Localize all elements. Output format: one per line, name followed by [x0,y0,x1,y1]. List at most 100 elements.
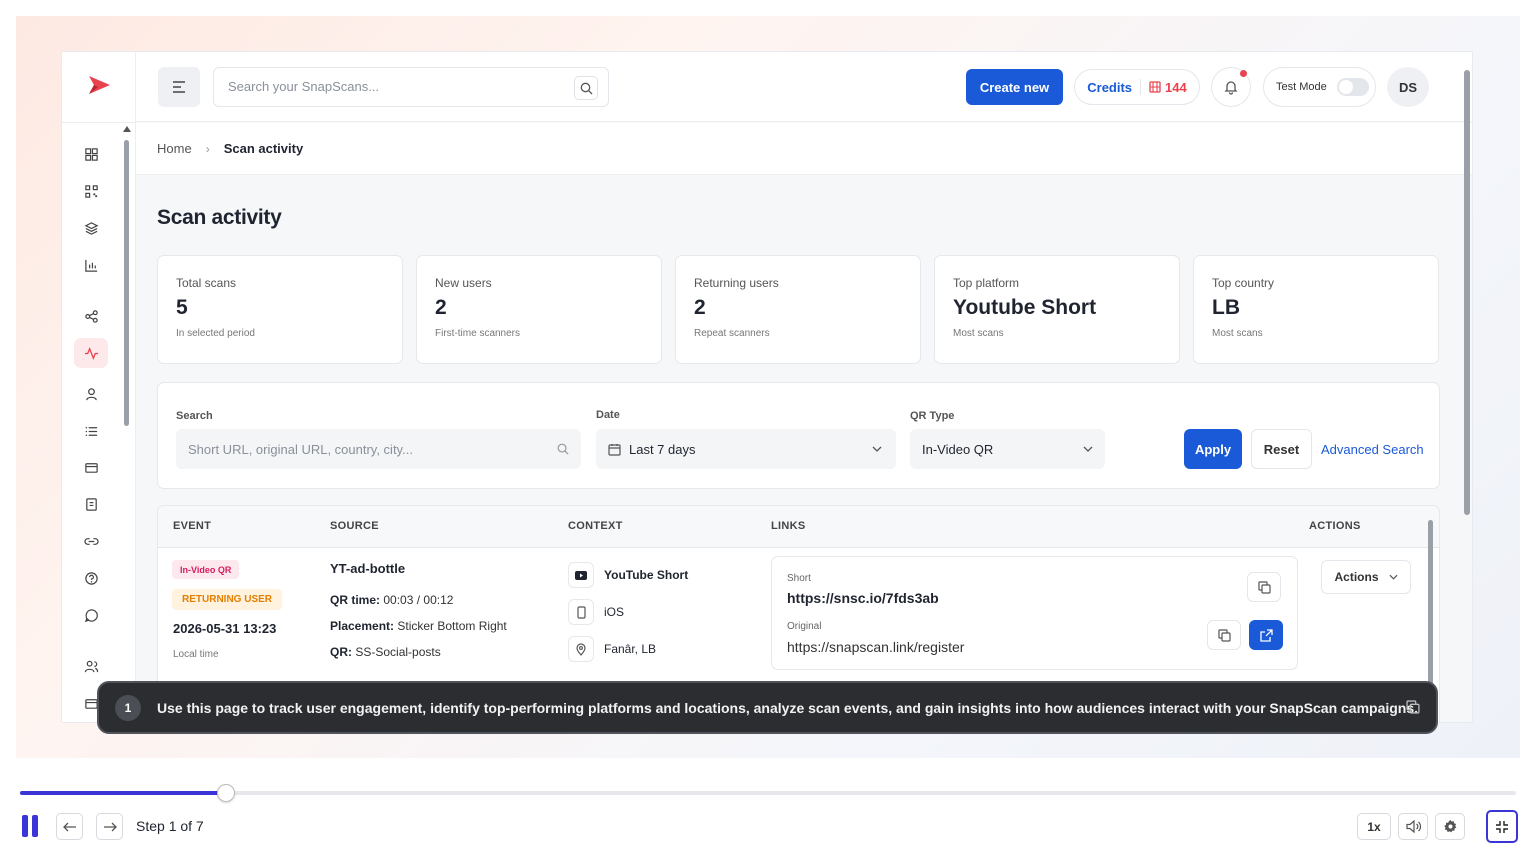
nav-list[interactable] [74,416,108,446]
copy-icon [1217,628,1231,642]
date-filter-select[interactable]: Last 7 days [596,429,896,469]
stat-title: Total scans [176,276,237,290]
stat-title: Top platform [953,276,1020,290]
global-search-input[interactable] [228,79,558,94]
nav-invoices[interactable] [74,489,108,519]
nav-dashboard[interactable] [74,139,108,169]
breadcrumb-home[interactable]: Home [157,141,192,156]
menu-toggle-button[interactable] [158,67,200,107]
exit-fullscreen-button[interactable] [1486,810,1518,843]
test-mode-switch[interactable] [1336,78,1369,96]
progress-bar[interactable] [20,784,1516,802]
pause-icon [22,815,28,837]
progress-handle[interactable] [217,784,236,802]
search-filter-label: Search [176,410,213,422]
user-avatar[interactable]: DS [1387,67,1429,107]
copy-tooltip-button[interactable] [1406,700,1420,719]
create-new-button[interactable]: Create new [966,69,1063,105]
test-mode-toggle[interactable]: Test Mode [1263,67,1376,107]
nav-share[interactable] [74,301,108,331]
step-counter: Step 1 of 7 [136,818,204,834]
sidebar-scrollbar[interactable] [124,140,129,426]
speaker-icon [1405,820,1421,833]
qr-type-filter-select[interactable]: In-Video QR [910,429,1105,469]
copy-original-link-button[interactable] [1207,620,1241,650]
apply-button[interactable]: Apply [1184,429,1242,469]
gear-icon [1443,819,1456,833]
nav-users[interactable] [74,379,108,409]
nav-help[interactable] [74,563,108,593]
nav-team[interactable] [74,651,108,681]
credit-card-icon [84,462,98,473]
short-link-url[interactable]: https://snsc.io/7fds3ab [787,590,939,606]
sidebar [62,52,136,722]
date-filter-value: Last 7 days [629,441,696,457]
playback-speed-button[interactable]: 1x [1357,813,1391,840]
brand-logo-icon[interactable] [86,72,112,98]
activity-icon [84,346,98,360]
stat-value: 5 [176,296,188,319]
nav-billing[interactable] [74,452,108,482]
chevron-down-icon [1083,446,1093,452]
nav-analytics[interactable] [74,250,108,280]
filter-panel: Search Short URL, original URL, country,… [157,382,1440,489]
settings-button[interactable] [1435,813,1465,840]
source-qr: QR: SS-Social-posts [330,645,441,659]
help-icon [84,571,98,585]
search-filter-input[interactable]: Short URL, original URL, country, city..… [176,429,581,469]
main-scrollbar[interactable] [1463,60,1471,710]
sidebar-scroll-up-icon[interactable] [123,126,131,132]
nav-chat[interactable] [74,600,108,630]
short-link-label: Short [787,573,811,584]
team-icon [84,660,98,672]
pause-button[interactable] [22,815,38,837]
calendar-icon [608,443,621,456]
search-icon [557,443,569,455]
qr-time-value: 00:03 / 00:12 [383,593,454,607]
stat-card-new-users: New users 2 First-time scanners [416,255,662,364]
stat-subtitle: First-time scanners [435,328,521,339]
nav-qr-codes[interactable] [74,176,108,206]
progress-fill [20,791,227,795]
row-actions-dropdown[interactable]: Actions [1321,560,1411,594]
notifications-button[interactable] [1211,67,1251,107]
next-step-button[interactable] [96,813,123,840]
share-icon [84,309,98,323]
copy-short-link-button[interactable] [1247,572,1281,602]
external-link-icon [1259,628,1273,642]
open-original-link-button[interactable] [1249,620,1283,650]
stat-card-top-platform: Top platform Youtube Short Most scans [934,255,1180,364]
previous-step-button[interactable] [56,813,83,840]
stat-value: LB [1212,296,1240,319]
pause-icon-bar [32,815,38,837]
step-number-badge: 1 [115,694,141,721]
credits-count-value: 144 [1165,79,1187,95]
event-time-note: Local time [173,649,219,660]
context-location-value: Fanâr, LB [604,642,657,656]
qr-type-filter-value: In-Video QR [922,441,994,457]
original-link-url[interactable]: https://snapscan.link/register [787,639,964,655]
chevron-down-icon [1388,574,1398,580]
event-time: 2026-05-31 13:23 [173,621,277,636]
nav-scan-activity[interactable] [74,338,108,368]
qr-value: SS-Social-posts [355,645,441,659]
nav-links[interactable] [74,526,108,556]
reset-button[interactable]: Reset [1251,429,1312,469]
stat-value: Youtube Short [953,296,1097,319]
invoice-icon [85,497,97,511]
qr-time-label: QR time: [330,593,381,607]
context-os-value: iOS [604,605,625,619]
table-header: EVENT SOURCE CONTEXT LINKS ACTIONS [158,506,1439,548]
advanced-search-link[interactable]: Advanced Search [1321,442,1424,457]
volume-button[interactable] [1398,813,1428,840]
nav-layers[interactable] [74,213,108,243]
arrow-right-icon [103,822,117,831]
links-card: Short https://snsc.io/7fds3ab Original h… [771,556,1298,670]
credits-count: 144 [1149,80,1187,95]
column-header-actions: ACTIONS [1309,520,1361,532]
credits-pill[interactable]: Credits 144 [1074,69,1200,105]
search-button[interactable] [574,76,598,100]
dashboard-icon [84,147,98,161]
film-icon [1149,81,1161,93]
main-scrollbar-thumb[interactable] [1464,70,1470,515]
